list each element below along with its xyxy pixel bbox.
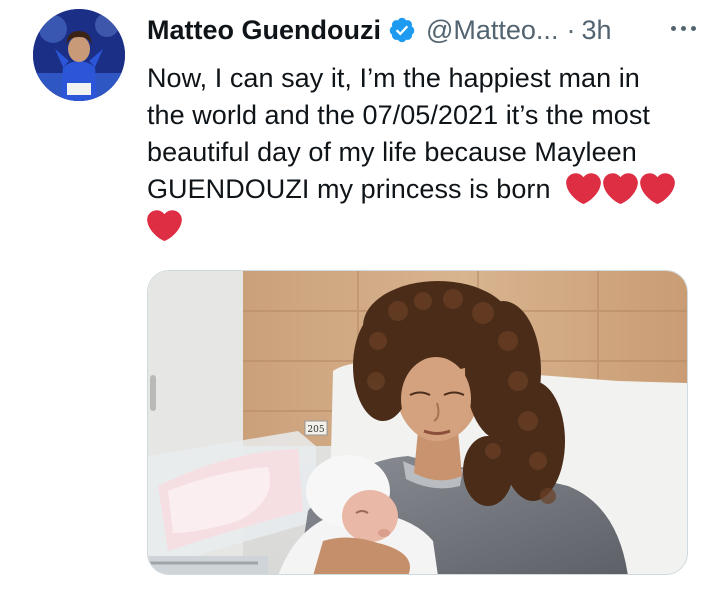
more-horizontal-icon (671, 26, 676, 31)
tweet-timestamp[interactable]: 3h (581, 15, 611, 46)
tweet-photo[interactable]: 205 (147, 270, 688, 575)
tweet-text-line: Now, I can say it, I’m the happiest man … (147, 63, 640, 93)
profile-photo (33, 9, 125, 101)
tweet-text-line: the world and the 07/05/2021 it’s the mo… (147, 100, 650, 130)
tweet-text: Now, I can say it, I’m the happiest man … (147, 60, 707, 245)
more-options-button[interactable] (667, 22, 700, 35)
red-heart-icon (603, 173, 638, 205)
tweet-text-line (147, 208, 707, 245)
more-dot (691, 26, 696, 31)
header-separator: · (566, 14, 576, 45)
verified-badge-icon (388, 16, 416, 44)
red-heart-icon (640, 173, 675, 205)
room-number-sign: 205 (307, 425, 324, 435)
tweet-text-line: GUENDOUZI my princess is born (147, 171, 707, 208)
red-heart-icon (566, 173, 601, 205)
photo-illustration: 205 (148, 271, 687, 574)
tweet-header: Matteo Guendouzi @Matteo... · 3h (147, 10, 700, 50)
author-handle[interactable]: @Matteo... (426, 15, 558, 46)
author-avatar[interactable] (33, 9, 125, 101)
red-heart-icon (147, 210, 182, 242)
tweet-text-line: beautiful day of my life because Mayleen (147, 137, 637, 167)
tweet-text-line-content: GUENDOUZI my princess is born (147, 174, 551, 204)
author-display-name[interactable]: Matteo Guendouzi (147, 15, 381, 46)
more-dot (681, 26, 686, 31)
